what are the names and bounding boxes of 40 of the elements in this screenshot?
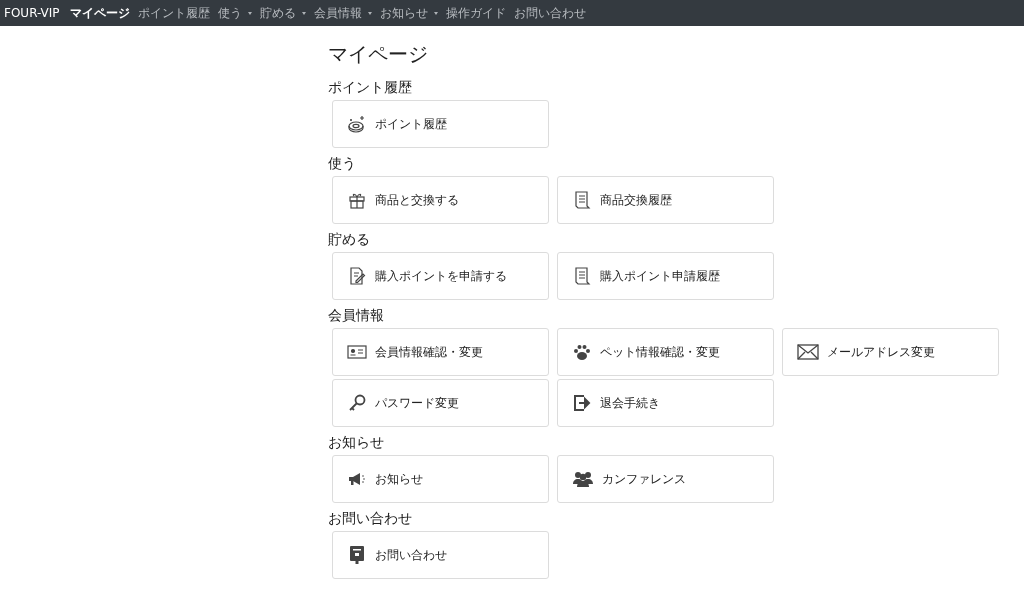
menu-card[interactable]: お問い合わせ (332, 531, 549, 579)
section-heading: お知らせ (328, 433, 385, 451)
menu-card[interactable]: お知らせ (332, 455, 549, 503)
nav-link[interactable]: マイページ (69, 4, 130, 22)
menu-card[interactable]: ペット情報確認・変更 (557, 328, 774, 376)
id-card-icon (347, 342, 367, 362)
nav-link[interactable]: 会員情報 (313, 4, 372, 22)
exit-icon (572, 393, 592, 413)
menu-card[interactable]: ポイント履歴 (332, 100, 549, 148)
menu-card[interactable]: 購入ポイントを申請する (332, 252, 549, 300)
key-icon (347, 393, 367, 413)
section-heading: お問い合わせ (328, 509, 413, 527)
people-icon (572, 469, 594, 489)
envelope-icon (797, 342, 819, 362)
nav-link[interactable]: ポイント履歴 (137, 4, 210, 22)
menu-card[interactable]: 商品交換履歴 (557, 176, 774, 224)
postbox-icon (347, 545, 367, 565)
menu-card[interactable]: 購入ポイント申請履歴 (557, 252, 774, 300)
paw-icon (572, 342, 592, 362)
coin-icon (347, 114, 367, 134)
menu-card[interactable]: メールアドレス変更 (782, 328, 999, 376)
menu-card[interactable]: カンファレンス (557, 455, 774, 503)
nav-link[interactable]: 操作ガイド (445, 4, 506, 22)
section-heading: 使う (328, 154, 357, 172)
nav-link[interactable]: お問い合わせ (513, 4, 586, 22)
brand-logo[interactable]: FOUR-VIP (4, 6, 60, 20)
menu-card[interactable]: パスワード変更 (332, 379, 549, 427)
menu-card[interactable]: 会員情報確認・変更 (332, 328, 549, 376)
nav-link[interactable]: 貯める (259, 4, 306, 22)
section-heading: ポイント履歴 (328, 78, 413, 96)
receipt-icon (572, 266, 592, 286)
section-heading: 会員情報 (328, 306, 385, 324)
page-title: マイページ (328, 41, 429, 68)
menu-card[interactable]: 退会手続き (557, 379, 774, 427)
document-pen-icon (347, 266, 367, 286)
nav-link[interactable]: 使う (217, 4, 252, 22)
nav-link[interactable]: お知らせ (379, 4, 438, 22)
receipt-icon (572, 190, 592, 210)
menu-card[interactable]: 商品と交換する (332, 176, 549, 224)
section-heading: 貯める (328, 230, 371, 248)
